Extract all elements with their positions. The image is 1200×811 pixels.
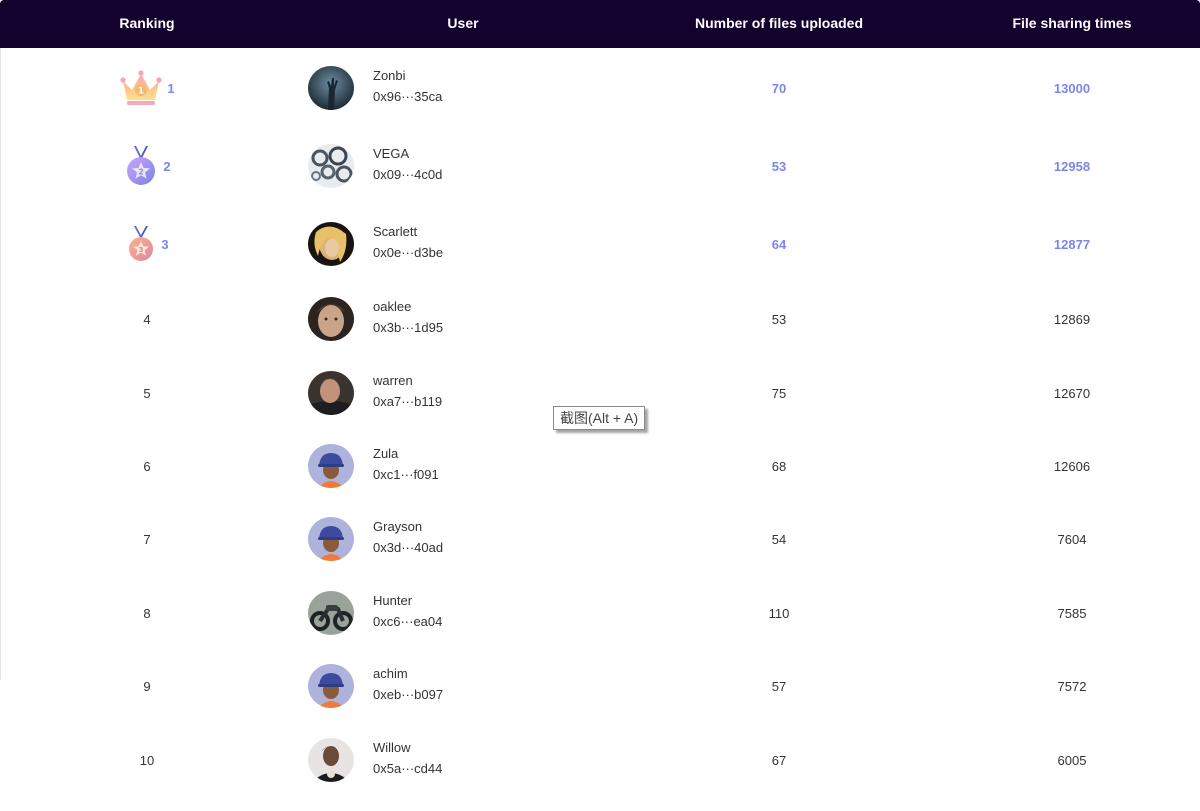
rank-number: 6: [143, 458, 151, 474]
user-avatar[interactable]: [308, 66, 354, 110]
file-sharing-value: 7572: [1057, 678, 1087, 694]
rank-number: 9: [143, 678, 151, 694]
user-info: Grayson 0x3d···40ad: [373, 516, 443, 558]
svg-text:2: 2: [139, 168, 145, 177]
table-header: Ranking User Number of files uploaded Fi…: [0, 0, 1200, 48]
wallet-address: 0x3b···1d95: [373, 320, 444, 335]
files-uploaded-value: 70: [771, 80, 787, 96]
user-avatar[interactable]: [308, 444, 354, 488]
svg-text:3: 3: [139, 246, 144, 254]
table-row[interactable]: 4 oaklee 0x3b···1d95 53 12869: [0, 282, 1200, 356]
files-uploaded-value: 53: [771, 311, 787, 327]
user-info: warren 0xa7···b119: [373, 370, 442, 412]
file-sharing-value: 7585: [1057, 605, 1087, 621]
files-uploaded-value: 110: [768, 605, 790, 621]
wallet-address: 0x0e···d3be: [373, 245, 444, 260]
rank-number: 3: [161, 236, 169, 252]
user-avatar[interactable]: [308, 591, 354, 635]
header-file-sharing-times[interactable]: File sharing times: [972, 0, 1172, 48]
files-uploaded-value: 68: [771, 458, 787, 474]
crown-icon: 1: [119, 69, 163, 107]
header-ranking[interactable]: Ranking: [47, 0, 247, 48]
user-avatar[interactable]: [308, 144, 354, 188]
user-avatar[interactable]: [308, 664, 354, 708]
user-name[interactable]: Hunter: [373, 590, 442, 611]
file-sharing-value: 6005: [1057, 752, 1087, 768]
files-uploaded-value: 67: [771, 752, 787, 768]
rank-cell: 1 1: [47, 51, 247, 125]
files-uploaded-value: 53: [771, 158, 787, 174]
files-uploaded-value: 57: [771, 678, 787, 694]
wallet-address: 0x5a···cd44: [373, 761, 443, 776]
file-sharing-value: 12877: [1053, 236, 1091, 252]
user-name[interactable]: Zula: [373, 443, 439, 464]
file-sharing-value: 12869: [1053, 311, 1091, 327]
user-avatar[interactable]: [308, 517, 354, 561]
user-avatar[interactable]: [308, 297, 354, 341]
user-avatar[interactable]: [308, 738, 354, 782]
user-name[interactable]: achim: [373, 663, 443, 684]
header-files-uploaded[interactable]: Number of files uploaded: [679, 0, 879, 48]
user-info: oaklee 0x3b···1d95: [373, 296, 443, 338]
user-info: achim 0xeb···b097: [373, 663, 443, 705]
user-name[interactable]: Willow: [373, 737, 442, 758]
user-info: Zonbi 0x96···35ca: [373, 65, 442, 107]
file-sharing-value: 13000: [1053, 80, 1091, 96]
files-uploaded-value: 54: [771, 531, 787, 547]
table-row[interactable]: 10 Willow 0x5a···cd44 67 6005: [0, 723, 1200, 797]
user-name[interactable]: Grayson: [373, 516, 443, 537]
svg-text:1: 1: [138, 87, 144, 97]
user-avatar[interactable]: [308, 371, 354, 415]
screenshot-tooltip: 截图(Alt + A): [553, 406, 646, 430]
user-info: VEGA 0x09···4c0d: [373, 143, 442, 185]
header-user[interactable]: User: [363, 0, 563, 48]
files-uploaded-value: 75: [771, 385, 787, 401]
user-name[interactable]: Scarlett: [373, 221, 443, 242]
wallet-address: 0xa7···b119: [373, 394, 443, 409]
bronze-medal-icon: 3: [125, 224, 157, 264]
user-name[interactable]: VEGA: [373, 143, 442, 164]
rank-number: 8: [143, 605, 151, 621]
user-info: Willow 0x5a···cd44: [373, 737, 442, 779]
wallet-address: 0xc6···ea04: [373, 614, 443, 629]
wallet-address: 0x96···35ca: [373, 89, 443, 104]
file-sharing-value: 12958: [1053, 158, 1091, 174]
user-info: Zula 0xc1···f091: [373, 443, 439, 485]
user-name[interactable]: Zonbi: [373, 65, 442, 86]
rank-number: 7: [143, 531, 151, 547]
silver-medal-icon: 2: [123, 144, 159, 188]
wallet-address: 0x09···4c0d: [373, 167, 443, 182]
table-row[interactable]: 2 2 VEGA 0x09···4c0d 53 12958: [0, 129, 1200, 203]
user-info: Scarlett 0x0e···d3be: [373, 221, 443, 263]
user-info: Hunter 0xc6···ea04: [373, 590, 442, 632]
wallet-address: 0xc1···f091: [373, 467, 439, 482]
file-sharing-value: 12670: [1053, 385, 1091, 401]
user-name[interactable]: warren: [373, 370, 442, 391]
files-uploaded-value: 64: [771, 236, 787, 252]
rank-number: 1: [167, 80, 175, 96]
user-name[interactable]: oaklee: [373, 296, 443, 317]
rank-number: 5: [143, 385, 151, 401]
table-row[interactable]: 9 achim 0xeb···b097 57 7572: [0, 649, 1200, 723]
leaderboard-page: Ranking User Number of files uploaded Fi…: [0, 0, 1200, 811]
file-sharing-value: 12606: [1053, 458, 1091, 474]
file-sharing-value: 7604: [1057, 531, 1087, 547]
rank-cell: 2 2: [47, 129, 247, 203]
user-avatar[interactable]: [308, 222, 354, 266]
wallet-address: 0xeb···b097: [373, 687, 444, 702]
rank-number: 4: [143, 311, 151, 327]
wallet-address: 0x3d···40ad: [373, 540, 444, 555]
rank-cell: 3 3: [47, 207, 247, 281]
table-row[interactable]: 7 Grayson 0x3d···40ad 54 7604: [0, 502, 1200, 576]
rank-number: 10: [139, 752, 155, 768]
rank-number: 2: [163, 158, 171, 174]
table-row[interactable]: 6 Zula 0xc1···f091 68 12606: [0, 429, 1200, 503]
table-row[interactable]: 1 1 Zonbi 0x96···35ca 70 13000: [0, 51, 1200, 125]
table-row[interactable]: 3 3 Scarlett 0x0e···d3be 64 12877: [0, 207, 1200, 281]
table-row[interactable]: 8 Hunter 0xc6···ea04 110 7585: [0, 576, 1200, 650]
